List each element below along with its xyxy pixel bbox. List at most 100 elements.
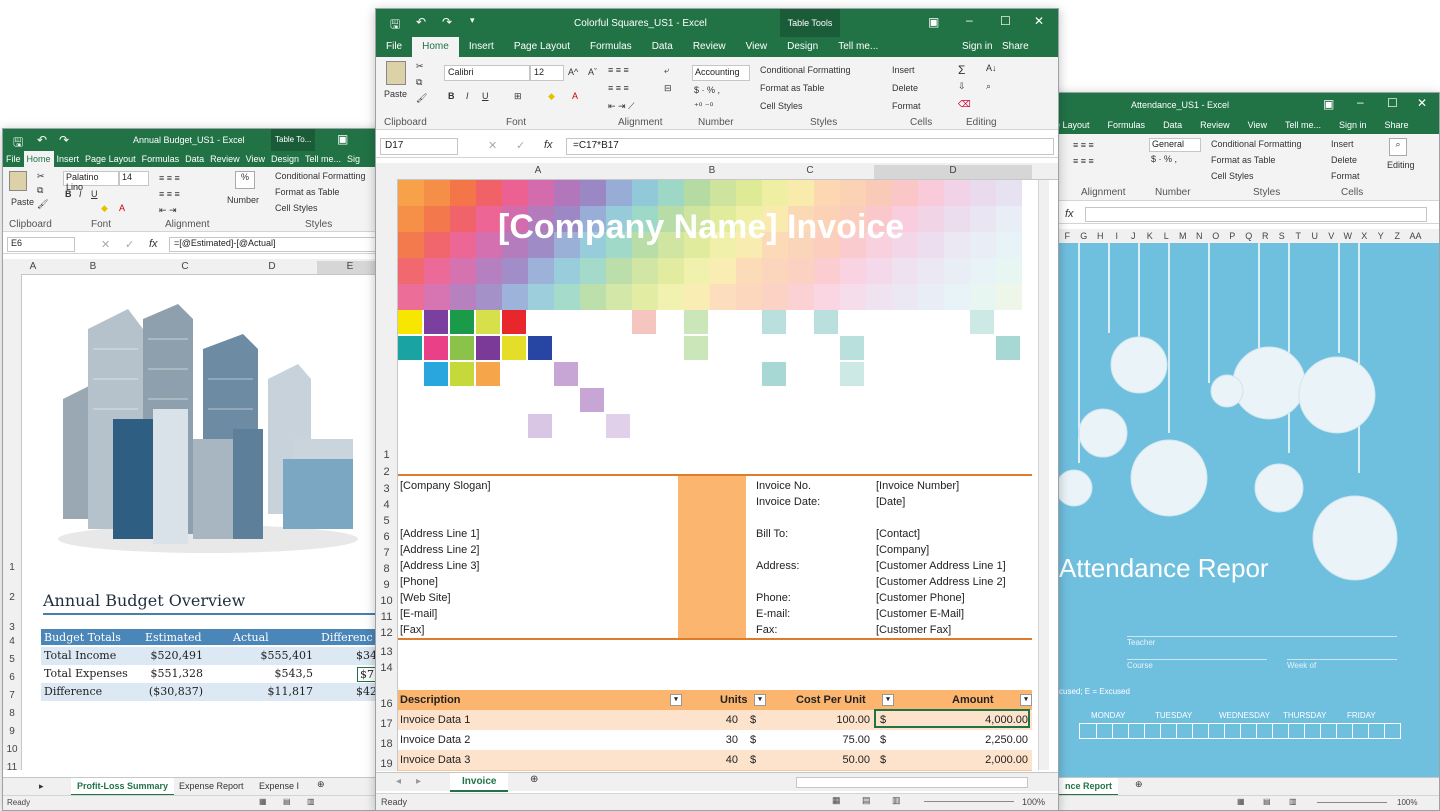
cell-styles-button[interactable]: Cell Styles [275,203,318,213]
tab-data[interactable]: Data [182,151,207,167]
attendance-cell[interactable] [1384,724,1401,738]
column-header[interactable]: O [1208,231,1225,241]
item-description[interactable]: Invoice Data 2 [400,734,470,746]
cell-styles-button[interactable]: Cell Styles [760,101,803,111]
font-color-icon[interactable]: A [572,91,578,101]
decimal-icon[interactable]: ⁺⁰ ⁻⁰ [694,101,713,112]
header-description[interactable]: Description [400,694,461,706]
indent-icon[interactable]: ⇤ ⇥ ⟋ [608,101,634,112]
align-center-icon[interactable]: ≡ ≡ ≡ [159,189,180,199]
row-header[interactable]: 10 [376,595,397,607]
cell-styles-button[interactable]: Cell Styles [1211,171,1254,181]
align-icon[interactable]: ≡ ≡ ≡ [1073,156,1094,166]
tab-share[interactable]: Share [1376,117,1418,134]
company-info-line[interactable]: [Address Line 1] [400,528,480,540]
column-header[interactable]: B [43,261,143,272]
delete-cells-button[interactable]: Delete [892,83,918,93]
enter-icon[interactable]: ✓ [125,238,134,251]
formula-input[interactable]: =[@Estimated]-[@Actual] [169,237,381,252]
company-info-line[interactable]: [Address Line 3] [400,560,480,572]
attendance-cell[interactable] [1176,724,1193,738]
invoice-field-value[interactable]: [Customer E-Mail] [876,608,964,620]
filter-icon[interactable]: ▾ [754,694,766,706]
row-header[interactable]: 11 [376,611,397,623]
row-estimated[interactable]: ($30,837) [149,685,203,698]
column-header[interactable]: X [1356,231,1373,241]
column-header[interactable]: V [1323,231,1340,241]
column-header[interactable]: P [1224,231,1241,241]
close-icon[interactable]: ✕ [1034,14,1044,28]
company-info-line[interactable]: [Address Line 2] [400,544,480,556]
name-box[interactable]: E6 [7,237,75,252]
attendance-cell[interactable] [1288,724,1305,738]
attendance-cell[interactable] [1192,724,1209,738]
underline-button[interactable]: U [91,189,98,199]
filter-icon[interactable]: ▾ [1020,694,1032,706]
header-budget-totals[interactable]: Budget Totals [44,631,121,644]
company-info-line[interactable]: [Fax] [400,624,424,636]
tab-design[interactable]: Design [268,151,302,167]
invoice-field-value[interactable]: [Customer Fax] [876,624,951,636]
row-header[interactable]: 4 [376,499,397,511]
align-left-icon[interactable]: ≡ ≡ ≡ [159,173,180,183]
column-header[interactable]: F [1059,231,1076,241]
autosum-icon[interactable]: Σ [958,63,965,77]
find-icon[interactable]: ⌕ [986,81,991,92]
wrap-text-icon[interactable]: ⇤ ⇥ [159,205,177,216]
row-header[interactable]: 8 [376,563,397,575]
row-estimated[interactable]: $551,328 [151,667,204,680]
sheet-tab-active[interactable]: nce Report [1059,778,1119,796]
normal-view-icon[interactable]: ▦ [832,795,841,806]
name-box[interactable]: D17 [380,138,458,155]
sheet-tab-active[interactable]: Profit-Loss Summary [71,778,175,796]
row-header[interactable]: 14 [376,662,397,674]
invoice-field-value[interactable]: [Invoice Number] [876,480,959,492]
wrap-text-icon[interactable]: ⤶ [664,65,669,76]
row-header[interactable]: 7 [376,547,397,559]
tab-tell-me[interactable]: Tell me... [1276,117,1330,134]
company-info-line[interactable]: [E-mail] [400,608,437,620]
row-header[interactable]: 5 [3,654,21,665]
column-header[interactable]: A [398,165,678,176]
align-left-icon[interactable]: ≡ ≡ ≡ [608,83,629,93]
cut-icon[interactable]: ✂ [37,171,45,182]
page-layout-icon[interactable]: ▤ [862,795,871,806]
column-header[interactable]: D [227,261,317,272]
attendance-cell[interactable] [1368,724,1385,738]
horizontal-scrollbar[interactable] [796,777,1028,788]
company-info-line[interactable]: [Web Site] [400,592,451,604]
invoice-field-value[interactable]: [Contact] [876,528,920,540]
italic-button[interactable]: I [79,189,82,199]
row-actual[interactable]: $11,817 [268,685,314,698]
tab-insert[interactable]: Insert [459,37,504,57]
column-header[interactable]: H [1092,231,1109,241]
redo-icon[interactable]: ↷ [442,15,452,29]
function-icon[interactable]: fx [544,139,553,151]
sheet-next-icon[interactable]: ▸ [416,776,421,787]
restore-icon[interactable]: ▣ [1323,97,1334,111]
font-size-box[interactable]: 14 [119,171,149,186]
italic-button[interactable]: I [466,91,469,101]
percent-icon[interactable]: % [235,171,255,189]
font-size-box[interactable]: 12 [530,65,564,81]
column-header[interactable]: D [874,165,1032,179]
tab-review[interactable]: Review [207,151,243,167]
paste-button[interactable] [9,171,30,191]
attendance-cell[interactable] [1240,724,1257,738]
number-format-box[interactable]: Accounting [692,65,750,81]
sign-in-link[interactable]: Sign in [962,37,993,57]
item-description[interactable]: Invoice Data 1 [400,714,470,726]
format-cells-button[interactable]: Format [892,101,921,111]
tab-sign-in[interactable]: Sign in [1330,117,1376,134]
row-header[interactable]: 19 [376,758,397,770]
column-header[interactable]: M [1175,231,1192,241]
filter-icon[interactable]: ▾ [670,694,682,706]
maximize-icon[interactable]: ☐ [1387,96,1398,110]
zoom-slider[interactable] [924,801,1014,802]
tab-data[interactable]: Data [1154,117,1191,134]
cancel-icon[interactable]: ✕ [101,238,110,251]
editing-button[interactable]: Editing [1387,160,1415,170]
column-header[interactable]: T [1290,231,1307,241]
function-icon[interactable]: fx [1065,208,1074,220]
tab-design[interactable]: Design [777,37,828,57]
